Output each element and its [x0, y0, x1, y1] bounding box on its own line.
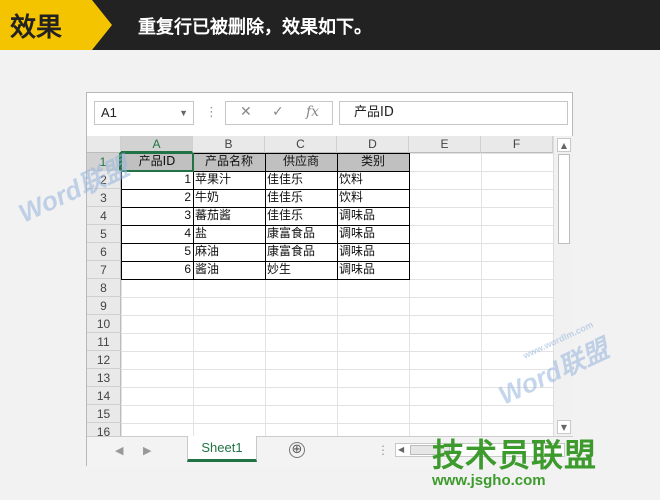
table-cell[interactable]: 2 [121, 189, 193, 207]
name-box-value: A1 [101, 105, 117, 120]
table-border [121, 153, 410, 154]
table-cell[interactable]: 康富食品 [265, 225, 337, 243]
formula-input[interactable]: 产品ID [339, 101, 568, 125]
more-icon[interactable]: ⋮ [377, 443, 389, 457]
table-cell[interactable]: 苹果汁 [193, 171, 265, 189]
sheet-tab-sheet1[interactable]: Sheet1 [187, 436, 257, 462]
table-cell[interactable]: 蕃茄酱 [193, 207, 265, 225]
insert-function-icon[interactable]: fx [306, 104, 319, 120]
column-header-f[interactable]: F [481, 136, 553, 153]
table-cell[interactable]: 酱油 [193, 261, 265, 279]
column-header-c[interactable]: C [265, 136, 337, 153]
table-border [121, 261, 410, 262]
column-header-d[interactable]: D [337, 136, 409, 153]
chevron-down-icon[interactable]: ▼ [179, 102, 188, 124]
table-cell[interactable]: 调味品 [337, 261, 409, 279]
more-icon[interactable]: ⋮ [205, 105, 218, 120]
row-header-12[interactable]: 12 [87, 351, 121, 369]
row-header-16[interactable]: 16 [87, 423, 121, 436]
row-header-5[interactable]: 5 [87, 225, 121, 243]
row-header-9[interactable]: 9 [87, 297, 121, 315]
vertical-scrollbar[interactable]: ▲ ▼ [553, 136, 573, 436]
table-cell[interactable]: 麻油 [193, 243, 265, 261]
table-cell[interactable]: 牛奶 [193, 189, 265, 207]
table-border [121, 243, 410, 244]
row-header-7[interactable]: 7 [87, 261, 121, 279]
row-header-13[interactable]: 13 [87, 369, 121, 387]
table-cell[interactable]: 佳佳乐 [265, 171, 337, 189]
banner-tag-label: 效果 [10, 13, 63, 43]
enter-icon[interactable]: ✓ [272, 104, 284, 120]
column-header-e[interactable]: E [409, 136, 481, 153]
table-cell[interactable]: 佳佳乐 [265, 189, 337, 207]
table-border [121, 189, 410, 190]
table-border [121, 171, 410, 172]
next-sheet-icon[interactable]: ▶ [143, 444, 151, 457]
cancel-icon[interactable]: ✕ [240, 104, 252, 120]
table-cell[interactable]: 饮料 [337, 189, 409, 207]
banner-tag: 效果 [0, 0, 112, 50]
row-header-15[interactable]: 15 [87, 405, 121, 423]
table-cell[interactable]: 6 [121, 261, 193, 279]
scroll-left-icon[interactable]: ◀ [398, 444, 404, 456]
banner-headline: 重复行已被删除，效果如下。 [138, 17, 372, 38]
table-header-cell[interactable]: 类别 [337, 153, 409, 171]
spreadsheet-grid: 产品ID 产品名称 供应商 类别 1 苹果汁 佳佳乐 饮料 2 牛奶 佳佳乐 饮料 3 蕃茄酱 佳佳乐 调味品… [87, 136, 553, 436]
scroll-thumb[interactable] [558, 154, 570, 244]
formula-buttons: ✕ ✓ fx [225, 101, 333, 125]
row-header-4[interactable]: 4 [87, 207, 121, 225]
column-header-b[interactable]: B [193, 136, 265, 153]
cell-area[interactable]: 产品ID 产品名称 供应商 类别 1 苹果汁 佳佳乐 饮料 2 牛奶 佳佳乐 饮料 3 蕃茄酱 佳佳乐 调味品… [120, 152, 553, 436]
table-header-cell[interactable]: 产品ID [121, 153, 193, 171]
site-logo-url: www.jsgho.com [432, 472, 546, 489]
add-sheet-icon[interactable]: ⊕ [289, 442, 305, 458]
table-header-cell[interactable]: 产品名称 [193, 153, 265, 171]
row-header-6[interactable]: 6 [87, 243, 121, 261]
table-cell[interactable]: 妙生 [265, 261, 337, 279]
row-header-11[interactable]: 11 [87, 333, 121, 351]
table-border [121, 279, 410, 280]
table-cell[interactable]: 调味品 [337, 225, 409, 243]
table-cell[interactable]: 调味品 [337, 243, 409, 261]
name-box[interactable]: A1 ▼ [94, 101, 194, 125]
table-header-cell[interactable]: 供应商 [265, 153, 337, 171]
row-header-8[interactable]: 8 [87, 279, 121, 297]
scroll-up-icon[interactable]: ▲ [557, 138, 571, 152]
table-cell[interactable]: 3 [121, 207, 193, 225]
table-border [121, 207, 410, 208]
column-header-a[interactable]: A [121, 136, 193, 153]
table-cell[interactable]: 盐 [193, 225, 265, 243]
row-header-10[interactable]: 10 [87, 315, 121, 333]
excel-window: A1 ▼ ⋮ ✕ ✓ fx 产品ID 产品ID 产品名称 供应商 类别 1 苹果汁 佳佳乐饮… [86, 92, 573, 466]
table-cell[interactable]: 康富食品 [265, 243, 337, 261]
top-banner: 效果 重复行已被删除，效果如下。 [0, 0, 660, 50]
table-cell[interactable]: 饮料 [337, 171, 409, 189]
prev-sheet-icon[interactable]: ◀ [115, 444, 123, 457]
table-cell[interactable]: 调味品 [337, 207, 409, 225]
site-logo: 技术员联盟 [432, 436, 598, 474]
table-border [121, 225, 410, 226]
table-cell[interactable]: 5 [121, 243, 193, 261]
row-header-14[interactable]: 14 [87, 387, 121, 405]
table-cell[interactable]: 佳佳乐 [265, 207, 337, 225]
table-cell[interactable]: 4 [121, 225, 193, 243]
